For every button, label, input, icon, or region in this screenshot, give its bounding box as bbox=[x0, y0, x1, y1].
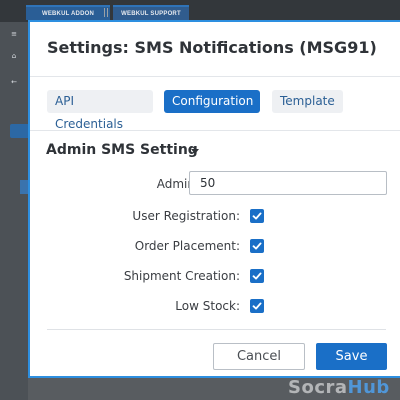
modal-title: Settings: SMS Notifications (MSG91) bbox=[47, 38, 377, 57]
checkmark-icon bbox=[252, 212, 262, 220]
order-placement-label: Order Placement: bbox=[134, 239, 240, 253]
background-button bbox=[10, 124, 30, 138]
save-button[interactable]: Save bbox=[316, 343, 387, 370]
back-arrow-icon: ← bbox=[11, 78, 17, 86]
background-sidebar: ≡ ⌂ ← bbox=[0, 22, 28, 400]
checkmark-icon bbox=[252, 302, 262, 310]
home-icon: ⌂ bbox=[11, 52, 17, 60]
divider bbox=[47, 329, 386, 330]
user-registration-label: User Registration: bbox=[132, 209, 240, 223]
watermark-part1: Socra bbox=[288, 377, 348, 398]
low-stock-checkbox[interactable] bbox=[250, 299, 264, 313]
low-stock-label: Low Stock: bbox=[175, 299, 240, 313]
divider bbox=[30, 76, 400, 77]
order-placement-checkbox[interactable] bbox=[250, 239, 264, 253]
checkmark-icon bbox=[252, 272, 262, 280]
watermark-logo: SocraHub bbox=[288, 377, 390, 398]
shipment-creation-checkbox[interactable] bbox=[250, 269, 264, 283]
watermark-part2: Hub bbox=[347, 377, 390, 398]
background-tab-addon: WEBKUL ADDON bbox=[26, 5, 110, 20]
cancel-button[interactable]: Cancel bbox=[213, 343, 305, 370]
shipment-creation-label: Shipment Creation: bbox=[123, 269, 240, 283]
admin-phone-input[interactable] bbox=[189, 171, 387, 195]
section-title-admin-sms[interactable]: Admin SMS Setting bbox=[46, 142, 198, 158]
caret-down-icon[interactable] bbox=[191, 149, 199, 154]
menu-icon: ≡ bbox=[11, 30, 17, 38]
tab-configuration[interactable]: Configuration bbox=[164, 90, 260, 113]
settings-modal: Settings: SMS Notifications (MSG91) API … bbox=[28, 20, 400, 378]
divider bbox=[30, 130, 400, 131]
tab-template[interactable]: Template bbox=[272, 90, 343, 113]
background-marker bbox=[20, 180, 28, 194]
background-tab-separator bbox=[104, 8, 108, 17]
background-tab-support: WEBKUL SUPPORT bbox=[113, 5, 189, 20]
tab-api-credentials[interactable]: API Credentials bbox=[47, 90, 153, 131]
user-registration-checkbox[interactable] bbox=[250, 209, 264, 223]
checkmark-icon bbox=[252, 242, 262, 250]
